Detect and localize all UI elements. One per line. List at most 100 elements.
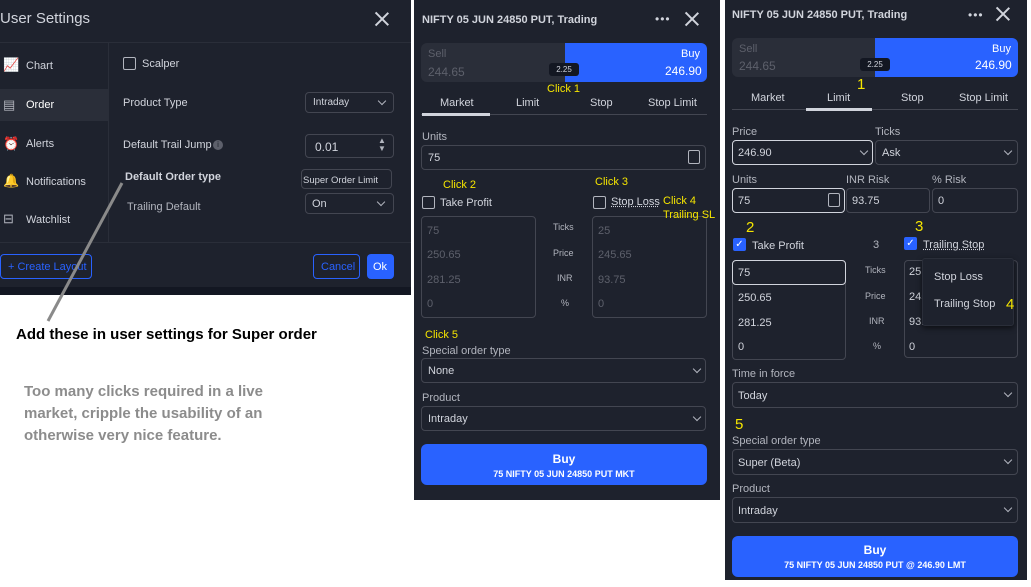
time-in-force-select[interactable] [732,382,1018,408]
ticks-label: Ticks [865,265,886,275]
sl-ticks-value[interactable]: 25 [598,225,610,237]
tp-pct-value[interactable]: 0 [738,341,744,353]
take-profit-label: Take Profit [440,197,492,209]
special-order-type-select[interactable] [421,358,706,383]
tp-price-value[interactable]: 250.65 [427,249,461,261]
units-label: Units [422,131,448,143]
tab-market[interactable]: Market [440,97,474,109]
tab-stop[interactable]: Stop [590,97,613,109]
click-2-annotation: Click 2 [443,179,477,191]
special-order-type-value: None [428,365,455,377]
more-icon[interactable]: ••• [655,12,671,26]
take-profit-checkbox[interactable]: ✓ [733,238,746,251]
ts-pct-value[interactable]: 0 [909,341,915,353]
more-icon[interactable]: ••• [968,8,984,22]
sell-label: Sell [739,43,758,55]
tp-ticks-value[interactable]: 75 [427,225,439,237]
click-4-sub-annotation: Trailing SL [663,209,716,221]
price-value: 246.90 [738,147,772,159]
pct-risk-label: % Risk [932,174,967,186]
tab-active-indicator [422,113,490,116]
spread-badge: 2.25 [860,58,890,71]
units-value: 75 [738,195,751,207]
ts-ticks-value[interactable]: 25 [909,266,921,278]
special-order-type-value: Super (Beta) [738,457,801,469]
product-value: Intraday [428,413,468,425]
tp-pct-value[interactable]: 0 [427,298,433,310]
price-label: Price [553,248,574,258]
stop-loss-label: Stop Loss [611,196,660,208]
stop-type-menu: Stop Loss Trailing Stop [922,258,1014,326]
tab-stop-limit[interactable]: Stop Limit [648,97,697,109]
sl-inr-value[interactable]: 93.75 [598,274,626,286]
annotation-line-1: Too many clicks required in a live [24,383,263,400]
bracket-count: 3 [873,239,880,251]
calculator-icon[interactable] [828,193,840,207]
click-4-annotation: Click 4 [663,195,697,207]
step-4-annotation: 4 [1006,296,1015,313]
buy-price: 246.90 [665,64,702,78]
time-in-force-value: Today [738,390,768,402]
inr-label: INR [869,316,885,326]
sell-price: 244.65 [428,65,465,79]
buy-button-label: Buy [552,452,576,466]
close-icon[interactable] [995,6,1011,22]
click-3-annotation: Click 3 [595,176,629,188]
pct-risk-value: 0 [938,195,945,207]
pct-label: % [873,341,882,351]
buy-button-label: Buy [863,543,887,557]
units-label: Units [732,174,758,186]
product-label: Product [732,483,770,495]
tab-active-indicator [806,108,872,111]
annotation-heading: Add these in user settings for Super ord… [16,326,317,343]
units-value: 75 [428,152,441,164]
tab-limit[interactable]: Limit [827,92,850,104]
annotation-pointer-line [46,182,124,322]
ticks-label: Ticks [553,222,574,232]
sl-price-value[interactable]: 245.65 [598,249,632,261]
order-panel-limit: NIFTY 05 JUN 24850 PUT, Trading ••• Sell… [725,0,1027,580]
tab-market[interactable]: Market [751,92,785,104]
click-1-annotation: Click 1 [547,83,581,95]
step-3-annotation: 3 [915,218,924,235]
special-order-type-label: Special order type [422,345,511,357]
tp-ticks-value: 75 [738,267,751,279]
menu-item-stop-loss[interactable]: Stop Loss [934,271,983,283]
inr-label: INR [557,273,573,283]
menu-item-trailing-stop[interactable]: Trailing Stop [934,298,995,310]
time-in-force-label: Time in force [732,368,796,380]
tab-limit[interactable]: Limit [516,97,539,109]
sl-pct-value[interactable]: 0 [598,298,604,310]
tp-price-value[interactable]: 250.65 [738,292,772,304]
buy-label: Buy [992,43,1011,55]
step-1-annotation: 1 [857,76,866,93]
step-5-annotation: 5 [735,416,744,433]
order-panel-market: NIFTY 05 JUN 24850 PUT, Trading ••• Sell… [414,0,720,500]
close-icon[interactable] [684,11,700,27]
tab-underline [732,109,1018,110]
click-5-annotation: Click 5 [425,329,459,341]
step-2-annotation: 2 [746,219,755,236]
pct-label: % [561,298,570,308]
trailing-stop-checkbox[interactable]: ✓ [904,237,917,250]
buy-market-button[interactable]: Buy 75 NIFTY 05 JUN 24850 PUT MKT [421,444,707,485]
price-label: Price [865,291,886,301]
stop-loss-checkbox[interactable] [593,196,606,209]
take-profit-checkbox[interactable] [422,196,435,209]
pct-risk-input[interactable] [932,188,1018,213]
price-label: Price [732,126,758,138]
buy-limit-button[interactable]: Buy 75 NIFTY 05 JUN 24850 PUT @ 246.90 L… [732,536,1018,577]
tp-inr-value[interactable]: 281.25 [738,317,772,329]
tp-inr-value[interactable]: 281.25 [427,274,461,286]
calculator-icon[interactable] [688,150,700,164]
tab-stop[interactable]: Stop [901,92,924,104]
units-input[interactable] [421,145,706,170]
tab-stop-limit[interactable]: Stop Limit [959,92,1008,104]
panel-title: NIFTY 05 JUN 24850 PUT, Trading [422,14,598,26]
product-value: Intraday [738,505,778,517]
buy-button-sub: 75 NIFTY 05 JUN 24850 PUT @ 246.90 LMT [784,560,966,570]
special-order-type-label: Special order type [732,435,821,447]
inr-risk-value: 93.75 [852,195,880,207]
trailing-stop-label: Trailing Stop [923,239,985,251]
panel-title: NIFTY 05 JUN 24850 PUT, Trading [732,9,908,21]
